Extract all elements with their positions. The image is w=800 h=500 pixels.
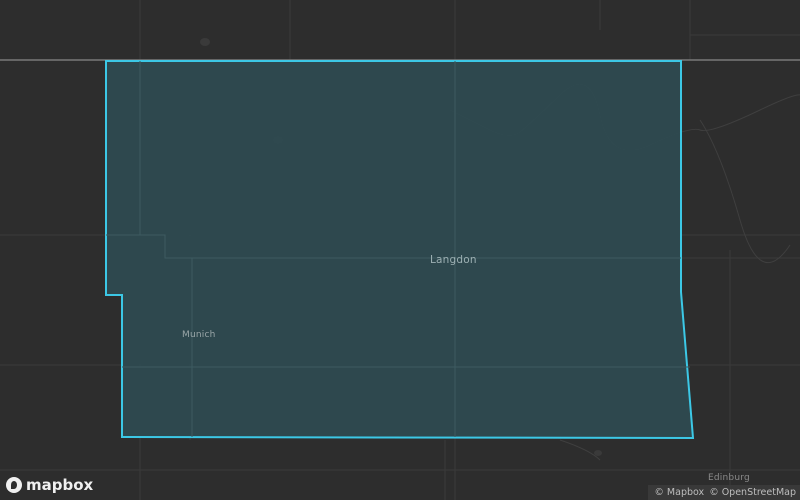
map-canvas[interactable]: Langdon Munich Edinburg mapbox © Mapbox …: [0, 0, 800, 500]
attribution-osm-link[interactable]: © OpenStreetMap: [709, 487, 796, 498]
county-boundary[interactable]: [105, 60, 695, 440]
map-attribution: © Mapbox © OpenStreetMap: [648, 485, 800, 500]
mapbox-logo[interactable]: mapbox: [6, 476, 93, 494]
place-label-munich: Munich: [182, 330, 216, 340]
mapbox-logo-icon: [6, 477, 22, 493]
place-label-edinburg: Edinburg: [708, 473, 750, 483]
place-label-langdon: Langdon: [430, 254, 477, 266]
attribution-mapbox-link[interactable]: © Mapbox: [654, 487, 704, 498]
mapbox-logo-text: mapbox: [26, 476, 94, 494]
map-layer: [0, 0, 800, 500]
